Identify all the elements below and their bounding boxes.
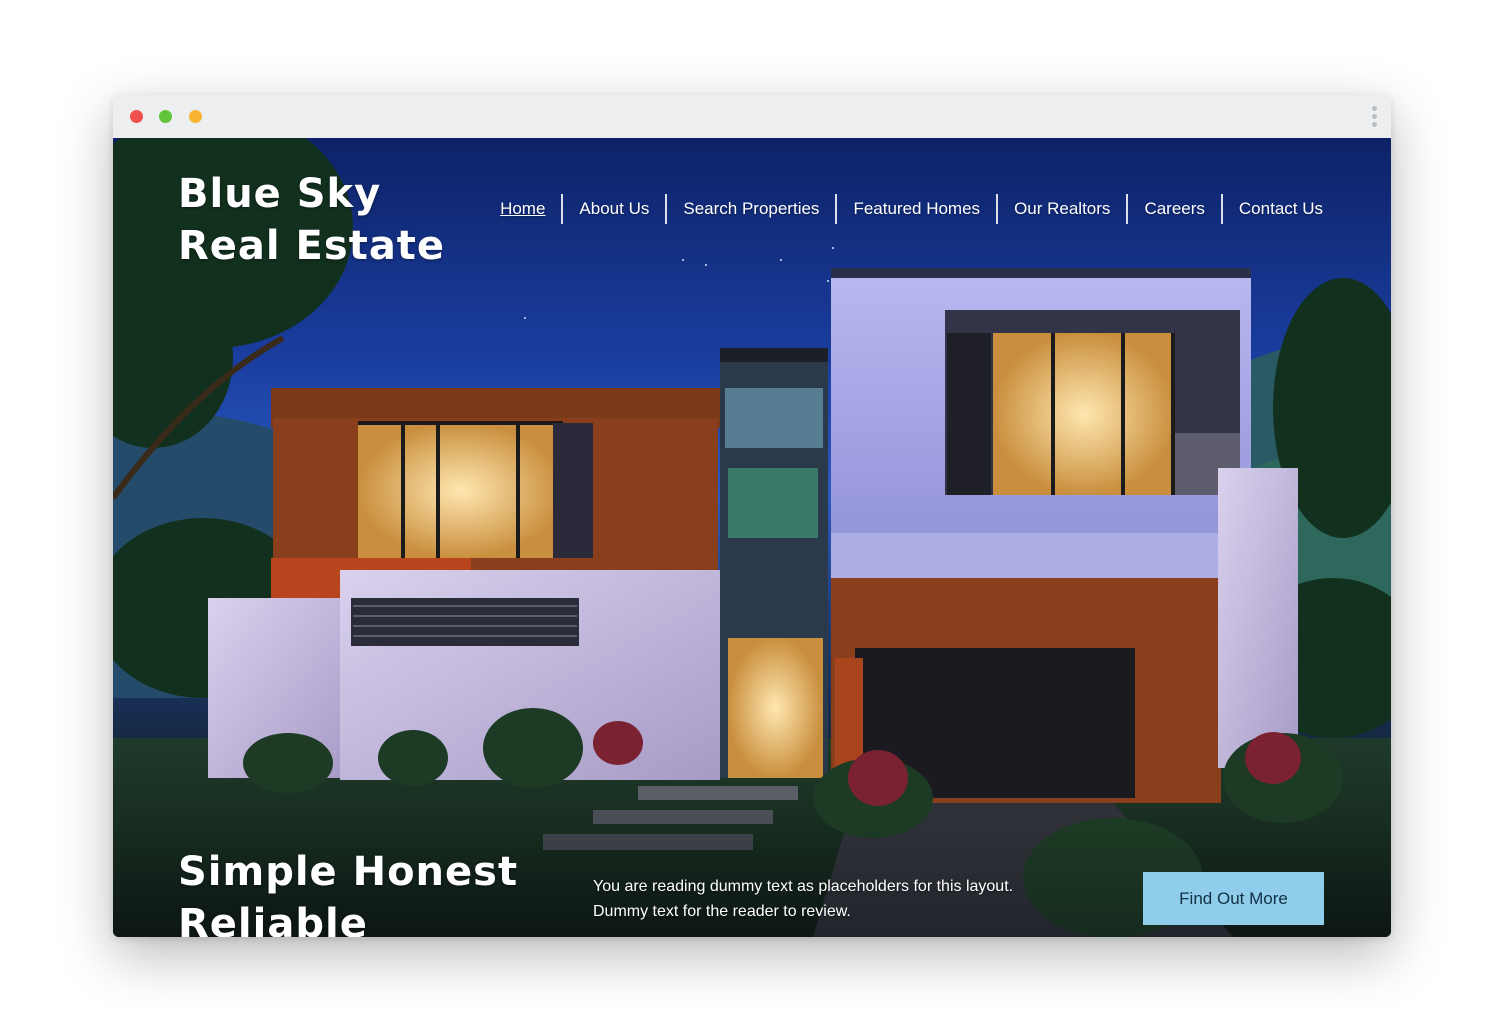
- nav-item-contact-us[interactable]: Contact Us: [1220, 194, 1339, 224]
- close-dot[interactable]: [130, 110, 143, 123]
- hero-section: Blue Sky Real Estate Home About Us Searc…: [113, 138, 1391, 937]
- hero-tagline: Simple Honest Reliable: [178, 846, 598, 937]
- nav-item-featured-homes[interactable]: Featured Homes: [835, 194, 996, 224]
- maximize-dot[interactable]: [189, 110, 202, 123]
- description-line-1: You are reading dummy text as placeholde…: [593, 878, 1014, 895]
- logo-line-1: Blue Sky: [178, 171, 382, 217]
- nav-item-about-us[interactable]: About Us: [561, 194, 665, 224]
- nav-item-search-properties[interactable]: Search Properties: [665, 194, 835, 224]
- find-out-more-button[interactable]: Find Out More: [1143, 872, 1324, 925]
- nav-item-home[interactable]: Home: [484, 194, 561, 224]
- kebab-menu-icon[interactable]: [1372, 106, 1378, 128]
- logo-line-2: Real Estate: [178, 223, 446, 269]
- minimize-dot[interactable]: [159, 110, 172, 123]
- hero-description: You are reading dummy text as placeholde…: [593, 874, 1063, 924]
- nav-item-careers[interactable]: Careers: [1126, 194, 1220, 224]
- tagline-line-2: Reliable: [178, 901, 368, 937]
- main-nav: Home About Us Search Properties Featured…: [484, 194, 1339, 224]
- tagline-line-1: Simple Honest: [178, 849, 519, 895]
- browser-window: Blue Sky Real Estate Home About Us Searc…: [113, 95, 1391, 937]
- nav-item-our-realtors[interactable]: Our Realtors: [996, 194, 1126, 224]
- browser-titlebar: [113, 95, 1391, 138]
- description-line-2: Dummy text for the reader to review.: [593, 903, 851, 920]
- site-logo[interactable]: Blue Sky Real Estate: [178, 168, 445, 272]
